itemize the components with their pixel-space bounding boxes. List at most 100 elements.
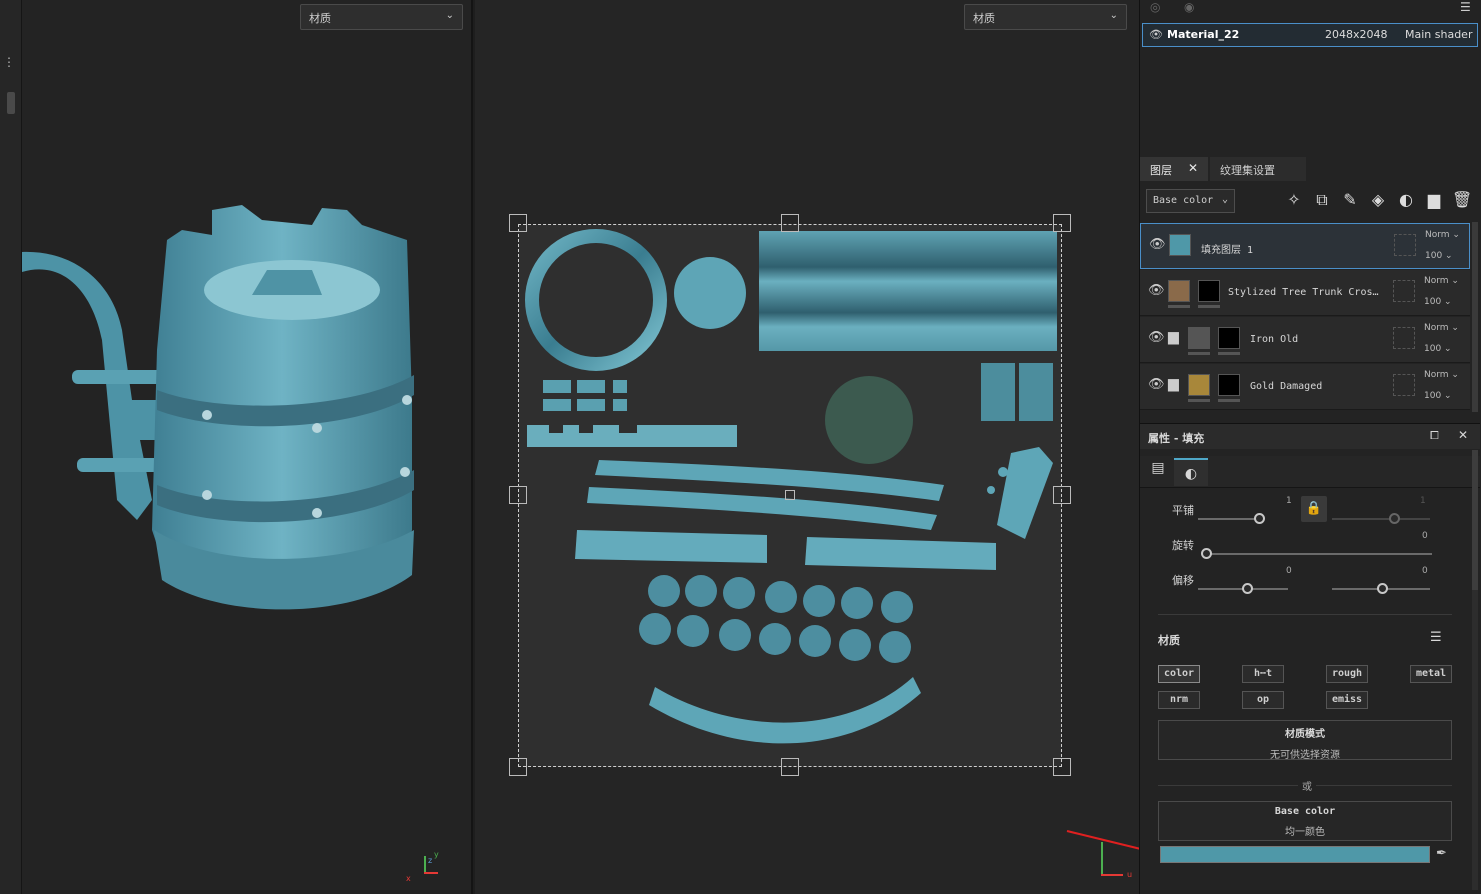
layer-opacity[interactable]: 100 ⌄ (1424, 344, 1464, 354)
transform-handle-tl[interactable] (509, 214, 527, 232)
layer-mask-thumbnail (1198, 280, 1220, 302)
viewport-3d[interactable]: 材质 ⌄ x z y (22, 0, 473, 894)
layer-row[interactable]: 👁 ▆ Iron Old Norm ⌄ 100 ⌄ (1140, 317, 1470, 363)
list-menu-icon[interactable]: ☰ (1430, 630, 1442, 645)
rotation-value: 0 (1422, 531, 1428, 541)
texture-set-header: ◎ ◉ ☰ (1146, 0, 1476, 18)
layer-mask-slot[interactable] (1394, 234, 1416, 256)
channel-toggle-height[interactable]: h⋯t (1242, 665, 1284, 683)
hidden-eye-icon[interactable]: ◎ (1150, 0, 1160, 14)
transform-handle-tr[interactable] (1053, 214, 1071, 232)
base-color-slot[interactable]: Base color 均一颜色 (1158, 801, 1452, 841)
eye-icon[interactable]: 👁 (1148, 377, 1165, 392)
add-effect-icon[interactable]: ⧉ (1312, 190, 1332, 210)
parameters-tab-icon[interactable]: ▤ (1146, 460, 1170, 484)
layer-thumbnail (1188, 374, 1210, 396)
layer-name: Stylized Tree Trunk Cros… (1228, 287, 1379, 298)
transform-handle-b[interactable] (781, 758, 799, 776)
layer-blend-mode[interactable]: Norm ⌄ (1424, 276, 1464, 286)
channel-toggle-rough[interactable]: rough (1326, 665, 1368, 683)
smart-material-icon[interactable]: ◐ (1396, 190, 1416, 210)
layer-thumbnail (1168, 280, 1190, 302)
layer-thumbnail (1169, 234, 1191, 256)
layers-scrollbar[interactable] (1472, 222, 1478, 412)
layer-row[interactable]: 👁 Stylized Tree Trunk Cros… Norm ⌄ 100 ⌄ (1140, 270, 1470, 316)
viewport-uv-material-select[interactable]: 材质 ⌄ (964, 4, 1127, 30)
material-mode-slot[interactable]: 材质模式 无可供选择资源 (1158, 720, 1452, 761)
channel-toggle-color[interactable]: color (1158, 665, 1200, 683)
maximize-icon[interactable]: ⧠ (1430, 429, 1439, 443)
lock-icon[interactable]: 🔒 (1301, 496, 1327, 522)
layer-blend-mode[interactable]: Norm ⌄ (1424, 323, 1464, 333)
tiling-value-locked: 1 (1420, 496, 1426, 506)
layer-row[interactable]: 👁 填充图层 1 Norm ⌄ 100 ⌄ (1140, 223, 1470, 269)
paint-brush-icon[interactable]: ✎ (1340, 190, 1360, 210)
transform-handle-center[interactable] (785, 490, 795, 500)
eye-icon[interactable]: 👁 (1149, 237, 1166, 252)
viewport-uv[interactable]: 材质 ⌄ u (475, 0, 1139, 894)
tiling-slider-track[interactable] (1198, 518, 1260, 520)
more-icon[interactable]: ⋮ (3, 56, 15, 68)
transform-handle-r[interactable] (1053, 486, 1071, 504)
tiling-slider-knob[interactable] (1254, 513, 1265, 524)
layer-blend-mode[interactable]: Norm ⌄ (1424, 370, 1464, 380)
layer-mask-slot[interactable] (1393, 374, 1415, 396)
layer-blend-mode[interactable]: Norm ⌄ (1425, 230, 1465, 240)
tab-texture-set-settings-label: 纹理集设置 (1220, 164, 1275, 177)
eye-icon[interactable]: 👁 (1148, 283, 1165, 298)
or-label: 或 (1298, 778, 1316, 793)
base-color-swatch[interactable] (1160, 846, 1430, 863)
trash-icon[interactable]: 🗑 (1452, 190, 1472, 210)
fill-bucket-icon[interactable]: ◈ (1368, 190, 1388, 210)
eye-icon[interactable]: 👁 (1148, 330, 1165, 345)
channel-toggle-nrm[interactable]: nrm (1158, 691, 1200, 709)
left-scrollbar[interactable] (7, 92, 15, 114)
layer-mask-slot[interactable] (1393, 280, 1415, 302)
tab-layers-label: 图层 (1150, 164, 1172, 177)
layer-mask-slot[interactable] (1393, 327, 1415, 349)
viewport-3d-material-select-label: 材质 (309, 12, 331, 25)
layer-name: Iron Old (1250, 334, 1299, 345)
material-tab-icon[interactable]: ◐ (1174, 458, 1208, 486)
close-icon[interactable]: ✕ (1458, 428, 1468, 442)
channel-toggle-op[interactable]: op (1242, 691, 1284, 709)
menu-icon[interactable]: ☰ (1460, 0, 1471, 14)
properties-scrollbar[interactable] (1472, 450, 1478, 890)
texture-set-shader: Main shader (1405, 28, 1473, 41)
texture-set-row[interactable]: 👁 Material_22 2048x2048 Main shader (1142, 23, 1478, 47)
offset-y-slider-knob[interactable] (1377, 583, 1388, 594)
close-icon[interactable]: ✕ (1188, 161, 1198, 175)
offset-x-slider-knob[interactable] (1242, 583, 1253, 594)
layer-opacity[interactable]: 100 ⌄ (1424, 297, 1464, 307)
texture-set-resolution: 2048x2048 (1325, 28, 1388, 41)
tab-layers[interactable]: 图层 ✕ (1140, 157, 1208, 181)
transform-handle-t[interactable] (781, 214, 799, 232)
transform-handle-br[interactable] (1053, 758, 1071, 776)
eyedropper-icon[interactable]: ✒ (1436, 846, 1447, 861)
material-section-title: 材质 (1158, 634, 1180, 647)
transform-handle-l[interactable] (509, 486, 527, 504)
viewport-3d-material-select[interactable]: 材质 ⌄ (300, 4, 463, 30)
eye-icon[interactable]: ◉ (1184, 0, 1194, 14)
channel-select[interactable]: Base color ⌄ (1146, 189, 1235, 213)
layer-opacity[interactable]: 100 ⌄ (1425, 251, 1465, 261)
tab-texture-set-settings[interactable]: 纹理集设置 (1210, 157, 1306, 181)
mug-3d-model[interactable] (22, 200, 442, 640)
app-window: ⋮ 材质 ⌄ x z y 材质 ⌄ u ◎ ◉ ☰ 👁 Material_22 … (0, 0, 1481, 894)
magic-wand-icon[interactable]: ✧ (1284, 190, 1304, 210)
folder-icon[interactable]: ▆ (1424, 190, 1444, 210)
channel-toggle-metal[interactable]: metal (1410, 665, 1452, 683)
material-mode-subtitle: 无可供选择资源 (1270, 750, 1340, 761)
base-color-title: Base color (1274, 806, 1336, 817)
axis-u-label: u (1127, 870, 1133, 879)
channel-toggle-emiss[interactable]: emiss (1326, 691, 1368, 709)
properties-tabbar: ▤ ◐ (1140, 456, 1480, 488)
layer-row[interactable]: 👁 ▆ Gold Damaged Norm ⌄ 100 ⌄ (1140, 364, 1470, 410)
rotation-label: 旋转 (1172, 539, 1194, 552)
transform-handle-bl[interactable] (509, 758, 527, 776)
layer-mask-thumbnail (1218, 327, 1240, 349)
eye-icon[interactable]: 👁 (1149, 28, 1163, 41)
rotation-slider-knob[interactable] (1201, 548, 1212, 559)
layer-opacity[interactable]: 100 ⌄ (1424, 391, 1464, 401)
rotation-slider-track[interactable] (1206, 553, 1432, 555)
